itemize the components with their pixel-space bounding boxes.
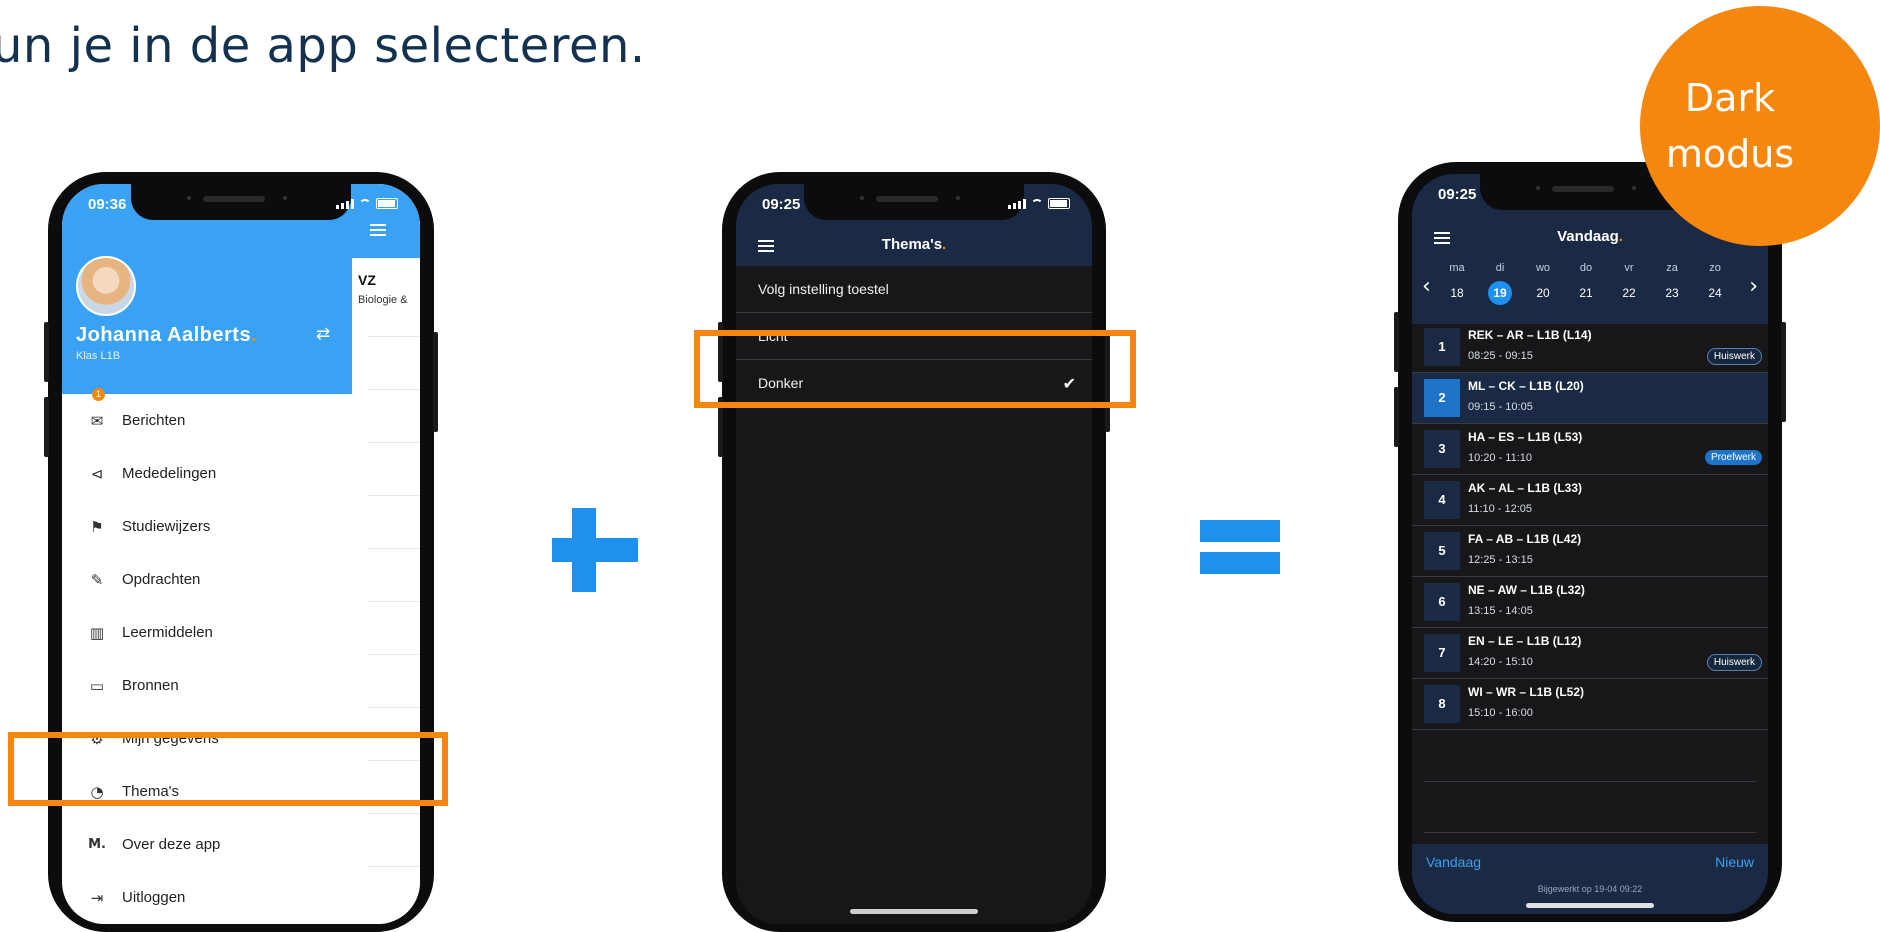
signpost-icon: ⚑ bbox=[90, 517, 104, 536]
lesson-row[interactable]: 4 AK – AL – L1B (L33) 11:10 - 12:05 bbox=[1412, 475, 1768, 526]
lesson-row[interactable]: 1 REK – AR – L1B (L14) 08:25 - 09:15 Huiswe… bbox=[1412, 322, 1768, 373]
day-wo[interactable]: wo 20 bbox=[1526, 262, 1560, 305]
pencil-icon: ✎ bbox=[90, 570, 104, 589]
status-time: 09:25 bbox=[1438, 186, 1477, 203]
menu-item-leermiddelen[interactable]: ▥ Leermiddelen bbox=[62, 606, 352, 659]
menu-item-over-deze-app[interactable]: M. Over deze app bbox=[62, 818, 352, 871]
menu-item-studiewijzers[interactable]: ⚑ Studiewijzers bbox=[62, 500, 352, 553]
next-week-icon[interactable]: › bbox=[1749, 274, 1758, 299]
menu-item-opdrachten[interactable]: ✎ Opdrachten bbox=[62, 553, 352, 606]
folder-icon: ▭ bbox=[89, 676, 105, 695]
highlight-themas bbox=[8, 732, 448, 806]
lesson-row[interactable]: 8 WI – WR – L1B (L52) 15:10 - 16:00 bbox=[1412, 679, 1768, 730]
page-title: Thema's. bbox=[881, 236, 947, 253]
badge-line-1: Dark bbox=[1684, 76, 1776, 120]
home-indicator bbox=[850, 909, 978, 914]
menu-item-uitloggen[interactable]: ⇥ Uitloggen bbox=[62, 871, 352, 924]
phone1-screen: 09:36 Johanna Aalberts. Klas L1B ⇄ VZ Bi… bbox=[62, 184, 420, 924]
avatar[interactable] bbox=[76, 256, 136, 316]
lesson-row[interactable]: 7 EN – LE – L1B (L12) 14:20 - 15:10 Huiswer… bbox=[1412, 628, 1768, 679]
lesson-row[interactable]: 6 NE – AW – L1B (L32) 13:15 - 14:05 bbox=[1412, 577, 1768, 628]
signal-icon bbox=[336, 198, 354, 209]
day-ma[interactable]: ma 18 bbox=[1440, 262, 1474, 305]
swap-account-icon[interactable]: ⇄ bbox=[316, 324, 330, 344]
peek-title: VZ bbox=[358, 272, 376, 288]
phone-themes: 09:25 Thema's. Volg instelling toestel L… bbox=[718, 172, 1110, 932]
equals-sign bbox=[1200, 520, 1280, 542]
status-icons bbox=[336, 198, 398, 209]
test-badge: Proefwerk bbox=[1704, 450, 1762, 465]
user-name: Johanna Aalberts. bbox=[76, 324, 258, 346]
notch bbox=[131, 184, 351, 220]
logout-icon: ⇥ bbox=[90, 888, 104, 907]
notch bbox=[804, 184, 1024, 220]
status-time: 09:25 bbox=[762, 196, 801, 213]
battery-icon bbox=[376, 198, 398, 209]
peek-subtitle: Biologie & bbox=[358, 294, 408, 306]
dark-mode-badge: Dark modus bbox=[1640, 6, 1880, 246]
megaphone-icon: ⊲ bbox=[90, 464, 104, 483]
hamburger-icon[interactable] bbox=[370, 224, 386, 239]
status-icons bbox=[1008, 198, 1070, 209]
homework-badge: Huiswerk bbox=[1706, 348, 1762, 365]
menu-item-mededelingen[interactable]: ⊲ Mededelingen bbox=[62, 447, 352, 500]
phone-schedule-dark: 09:25 Vandaag. ‹ › ma 18 di 19 wo 20 do 21 v… bbox=[1394, 162, 1786, 922]
phone3-screen: 09:25 Vandaag. ‹ › ma 18 di 19 wo 20 do 21 v… bbox=[1412, 174, 1768, 914]
theme-option-device[interactable]: Volg instelling toestel bbox=[736, 266, 1092, 313]
status-time: 09:36 bbox=[88, 196, 127, 213]
phone-menu: 09:36 Johanna Aalberts. Klas L1B ⇄ VZ Bi… bbox=[44, 172, 438, 932]
user-class: Klas L1B bbox=[76, 350, 121, 362]
content-peek[interactable]: VZ Biologie & bbox=[352, 184, 420, 924]
notification-badge: 1 bbox=[92, 388, 105, 401]
updated-timestamp: Bijgewerkt op 19-04 09:22 bbox=[1537, 884, 1643, 894]
battery-icon bbox=[1048, 198, 1070, 209]
plus-sign-bar bbox=[552, 538, 638, 562]
menu-item-bronnen[interactable]: ▭ Bronnen bbox=[62, 659, 352, 712]
today-button[interactable]: Vandaag bbox=[1426, 854, 1481, 870]
day-do[interactable]: do 21 bbox=[1569, 262, 1603, 305]
lesson-row[interactable]: 3 HA – ES – L1B (L53) 10:20 - 11:10 Proefwe… bbox=[1412, 424, 1768, 475]
lesson-row[interactable]: 2 ML – CK – L1B (L20) 09:15 - 10:05 bbox=[1412, 373, 1768, 424]
home-indicator bbox=[1526, 903, 1654, 908]
day-di[interactable]: di 19 bbox=[1483, 262, 1517, 305]
day-za[interactable]: za 23 bbox=[1655, 262, 1689, 305]
day-zo[interactable]: zo 24 bbox=[1698, 262, 1732, 305]
wifi-icon bbox=[359, 198, 371, 209]
day-vr[interactable]: vr 22 bbox=[1612, 262, 1646, 305]
phone2-screen: 09:25 Thema's. Volg instelling toestel L… bbox=[736, 184, 1092, 924]
books-icon: ▥ bbox=[89, 623, 105, 642]
highlight-donker bbox=[694, 330, 1136, 408]
badge-line-2: modus bbox=[1665, 132, 1795, 176]
menu-item-berichten[interactable]: ✉ 1 Berichten bbox=[62, 388, 352, 447]
headline-text: un je in de app selecteren. bbox=[0, 18, 646, 74]
homework-badge: Huiswerk bbox=[1706, 654, 1762, 671]
wifi-icon bbox=[1031, 198, 1043, 209]
mail-icon: ✉ bbox=[90, 411, 104, 430]
magister-logo-icon: M. bbox=[88, 837, 106, 852]
new-button[interactable]: Nieuw bbox=[1715, 854, 1754, 870]
signal-icon bbox=[1008, 198, 1026, 209]
prev-week-icon[interactable]: ‹ bbox=[1422, 274, 1431, 299]
equals-sign-bar bbox=[1200, 552, 1280, 574]
lesson-row[interactable]: 5 FA – AB – L1B (L42) 12:25 - 13:15 bbox=[1412, 526, 1768, 577]
